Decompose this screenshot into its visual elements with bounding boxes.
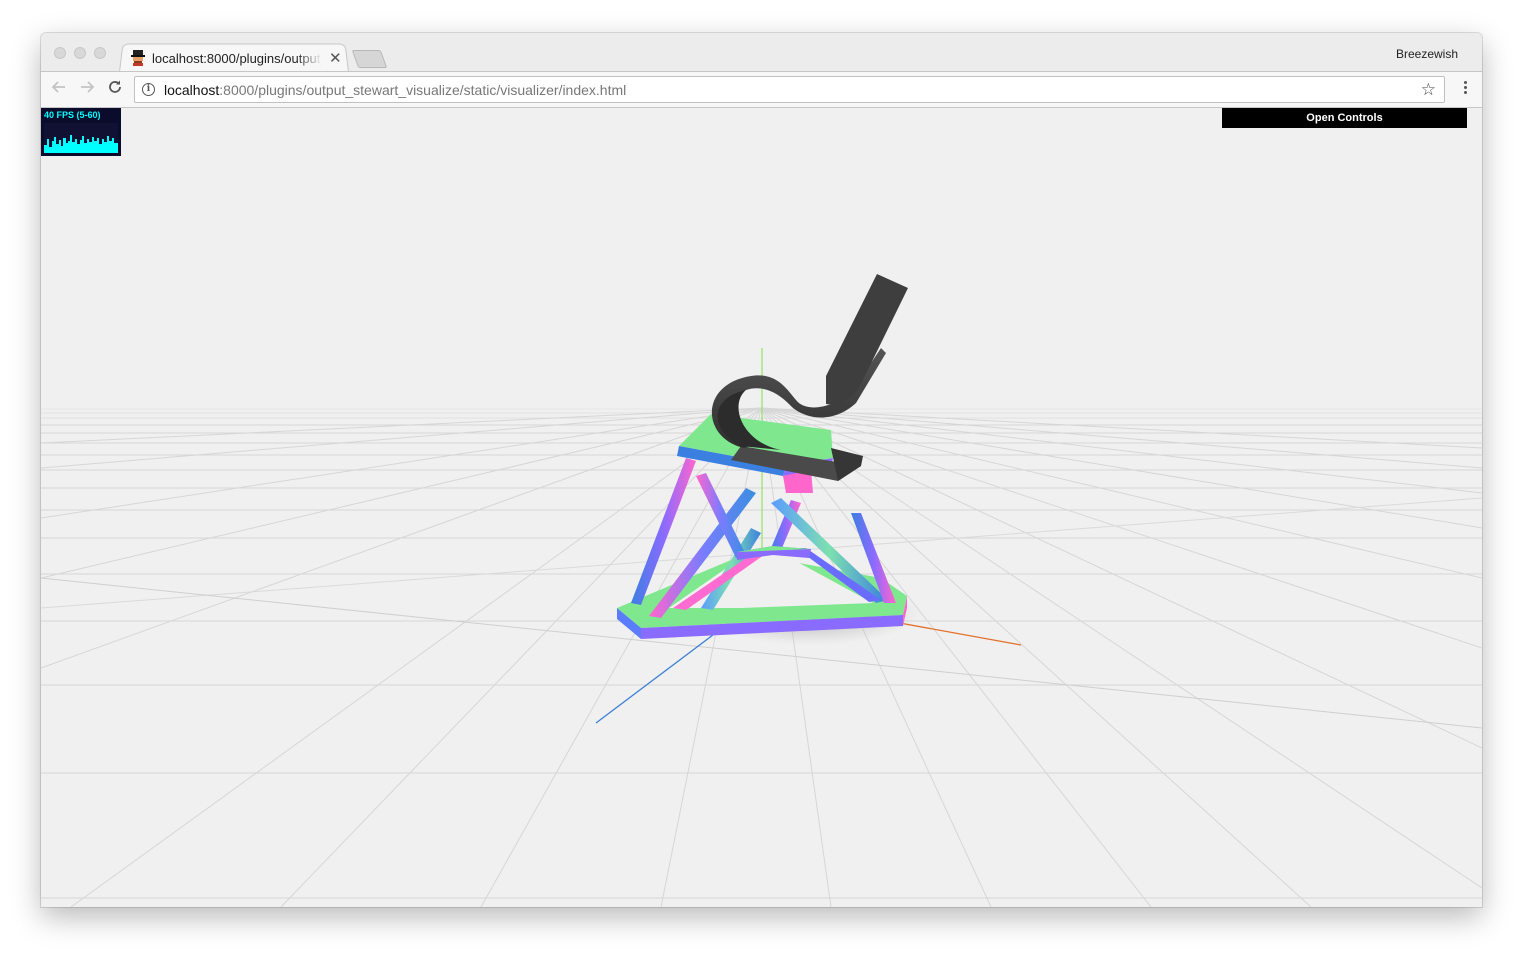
back-button[interactable] xyxy=(49,79,69,99)
webgl-viewport[interactable]: 40 FPS (5-60) Open Controls xyxy=(41,108,1482,907)
new-tab-button[interactable] xyxy=(351,50,388,68)
scene-canvas[interactable] xyxy=(41,108,1482,907)
tab-title: localhost:8000/plugins/output_stewart_vi… xyxy=(152,50,322,66)
favicon-icon xyxy=(131,50,145,66)
forward-button[interactable] xyxy=(77,79,97,99)
fps-graph xyxy=(44,123,118,153)
star-icon[interactable]: ☆ xyxy=(1421,80,1436,100)
vertical-dots-icon[interactable] xyxy=(1464,81,1468,97)
browser-tab-content[interactable]: localhost:8000/plugins/output_stewart_vi… xyxy=(127,45,345,71)
info-icon[interactable]: i xyxy=(142,83,155,96)
minimize-window-button[interactable] xyxy=(74,47,86,59)
close-window-button[interactable] xyxy=(54,47,66,59)
profile-name[interactable]: Breezewish xyxy=(1396,47,1458,61)
reload-icon xyxy=(109,80,121,93)
zoom-window-button[interactable] xyxy=(94,47,106,59)
title-bar: localhost:8000/plugins/output_stewart_vi… xyxy=(41,33,1482,72)
fps-stats-panel[interactable]: 40 FPS (5-60) xyxy=(41,108,121,156)
address-bar[interactable]: i localhost:8000/plugins/output_stewart_… xyxy=(134,76,1445,103)
open-controls-button[interactable]: Open Controls xyxy=(1222,108,1467,128)
reload-button[interactable] xyxy=(105,79,125,99)
url-path: :8000/plugins/output_stewart_visualize/s… xyxy=(219,81,627,98)
tab-close-icon[interactable]: ✕ xyxy=(329,51,342,66)
browser-toolbar: i localhost:8000/plugins/output_stewart_… xyxy=(41,71,1482,108)
url-host: localhost xyxy=(164,81,220,98)
arrow-left-icon xyxy=(51,81,65,93)
arrow-right-icon xyxy=(81,81,95,93)
browser-window: localhost:8000/plugins/output_stewart_vi… xyxy=(41,33,1482,907)
fps-label: 40 FPS (5-60) xyxy=(44,110,101,120)
